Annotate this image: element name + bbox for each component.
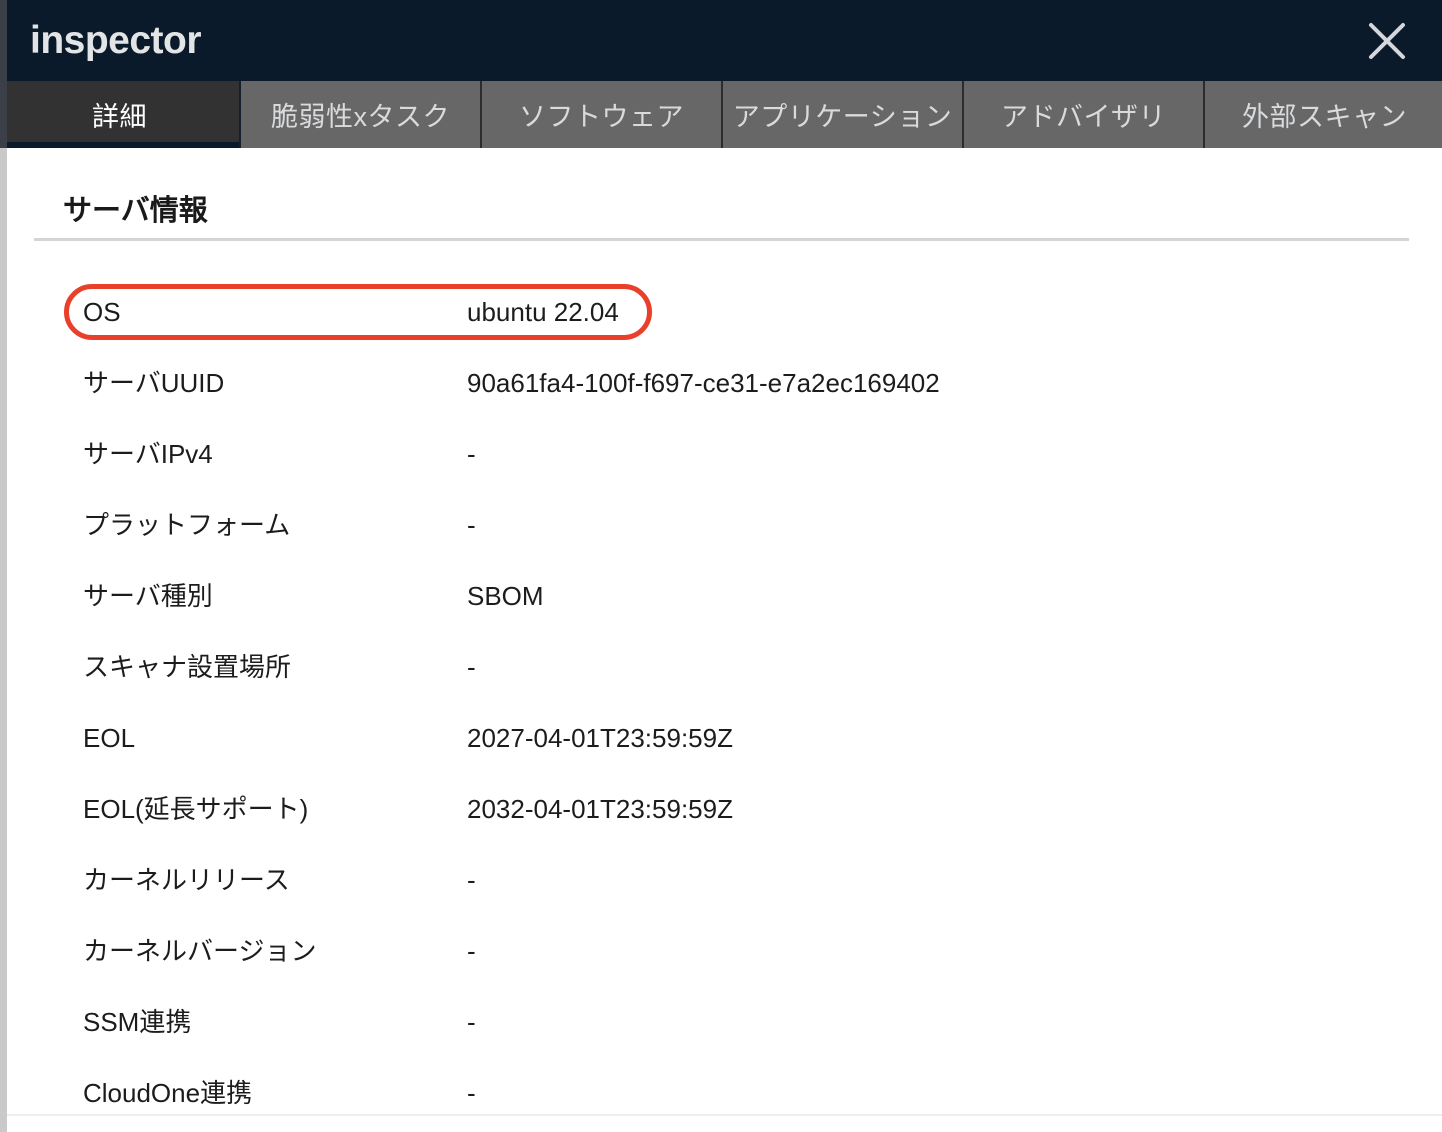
tab-label: 脆弱性xタスク (271, 102, 450, 132)
tab-4[interactable]: アドバイザリ (964, 81, 1205, 148)
row-value: ubuntu 22.04 (467, 296, 619, 327)
row-label: EOL (83, 722, 136, 753)
left-scroll-gutter[interactable] (0, 0, 7, 1132)
server-info-table: OS ubuntu 22.04 サーバUUID 90a61fa4-100f-f697-… (7, 276, 1442, 1128)
row-label: CloudOne連携 (83, 1077, 253, 1108)
table-row: OS ubuntu 22.04 (7, 276, 1442, 347)
row-label: カーネルバージョン (83, 935, 317, 966)
row-label: EOL(延長サポート) (83, 793, 309, 824)
section-divider (34, 238, 1409, 241)
tab-label: ソフトウェア (519, 102, 684, 132)
row-label: サーバUUID (83, 367, 225, 398)
left-scroll-gutter-top (0, 0, 7, 148)
app-title: inspector (30, 19, 202, 62)
table-row: サーバ種別 SBOM (7, 560, 1442, 631)
row-value: - (467, 1077, 476, 1108)
tab-label: 外部スキャン (1242, 102, 1407, 132)
row-value: 2032-04-01T23:59:59Z (467, 793, 733, 824)
table-row: スキャナ設置場所 - (7, 631, 1442, 702)
row-label: サーバ種別 (83, 580, 213, 611)
table-row: SSM連携 - (7, 986, 1442, 1057)
table-row: EOL 2027-04-01T23:59:59Z (7, 702, 1442, 773)
row-value: - (467, 935, 476, 966)
row-label: OS (83, 296, 121, 327)
table-row: カーネルリリース - (7, 844, 1442, 915)
tab-5[interactable]: 外部スキャン (1205, 81, 1442, 148)
modal-header: inspector (0, 0, 1442, 81)
row-value: - (467, 509, 476, 540)
row-label: スキャナ設置場所 (83, 651, 292, 682)
row-value: - (467, 1006, 476, 1037)
row-value: 90a61fa4-100f-f697-ce31-e7a2ec169402 (467, 367, 940, 398)
row-label: カーネルリリース (83, 864, 290, 895)
tab-0[interactable]: 詳細 (0, 81, 241, 148)
row-value: 2027-04-01T23:59:59Z (467, 722, 733, 753)
tab-bar: 詳細 脆弱性xタスク ソフトウェア アプリケーション アドバイザリ 外部スキャン (0, 81, 1442, 148)
tab-label: 詳細 (92, 102, 147, 132)
table-row: カーネルバージョン - (7, 915, 1442, 986)
row-value: - (467, 438, 476, 469)
row-value: - (467, 864, 476, 895)
close-icon[interactable] (1364, 18, 1410, 64)
tab-panel-details: サーバ情報 OS ubuntu 22.04 サーバUUID 90a61fa4-100f… (7, 148, 1442, 1132)
tab-label: アドバイザリ (1001, 102, 1166, 132)
table-row: EOL(延長サポート) 2032-04-01T23:59:59Z (7, 773, 1442, 844)
table-row: サーバIPv4 - (7, 418, 1442, 489)
row-value: SBOM (467, 580, 544, 611)
tab-2[interactable]: ソフトウェア (482, 81, 723, 148)
bottom-divider (7, 1114, 1442, 1116)
tab-1[interactable]: 脆弱性xタスク (241, 81, 482, 148)
inspector-modal: inspector 詳細 脆弱性xタスク ソフトウェア アプリケーション アドバイザリ 外… (0, 0, 1442, 1132)
tab-3[interactable]: アプリケーション (723, 81, 964, 148)
table-row: サーバUUID 90a61fa4-100f-f697-ce31-e7a2ec169… (7, 347, 1442, 418)
row-label: サーバIPv4 (83, 438, 213, 469)
table-row: CloudOne連携 - (7, 1057, 1442, 1128)
section-title: サーバ情報 (63, 195, 208, 227)
row-value: - (467, 651, 476, 682)
row-label: SSM連携 (83, 1006, 192, 1037)
row-label: プラットフォーム (83, 509, 291, 540)
tab-label: アプリケーション (732, 102, 953, 132)
table-row: プラットフォーム - (7, 489, 1442, 560)
